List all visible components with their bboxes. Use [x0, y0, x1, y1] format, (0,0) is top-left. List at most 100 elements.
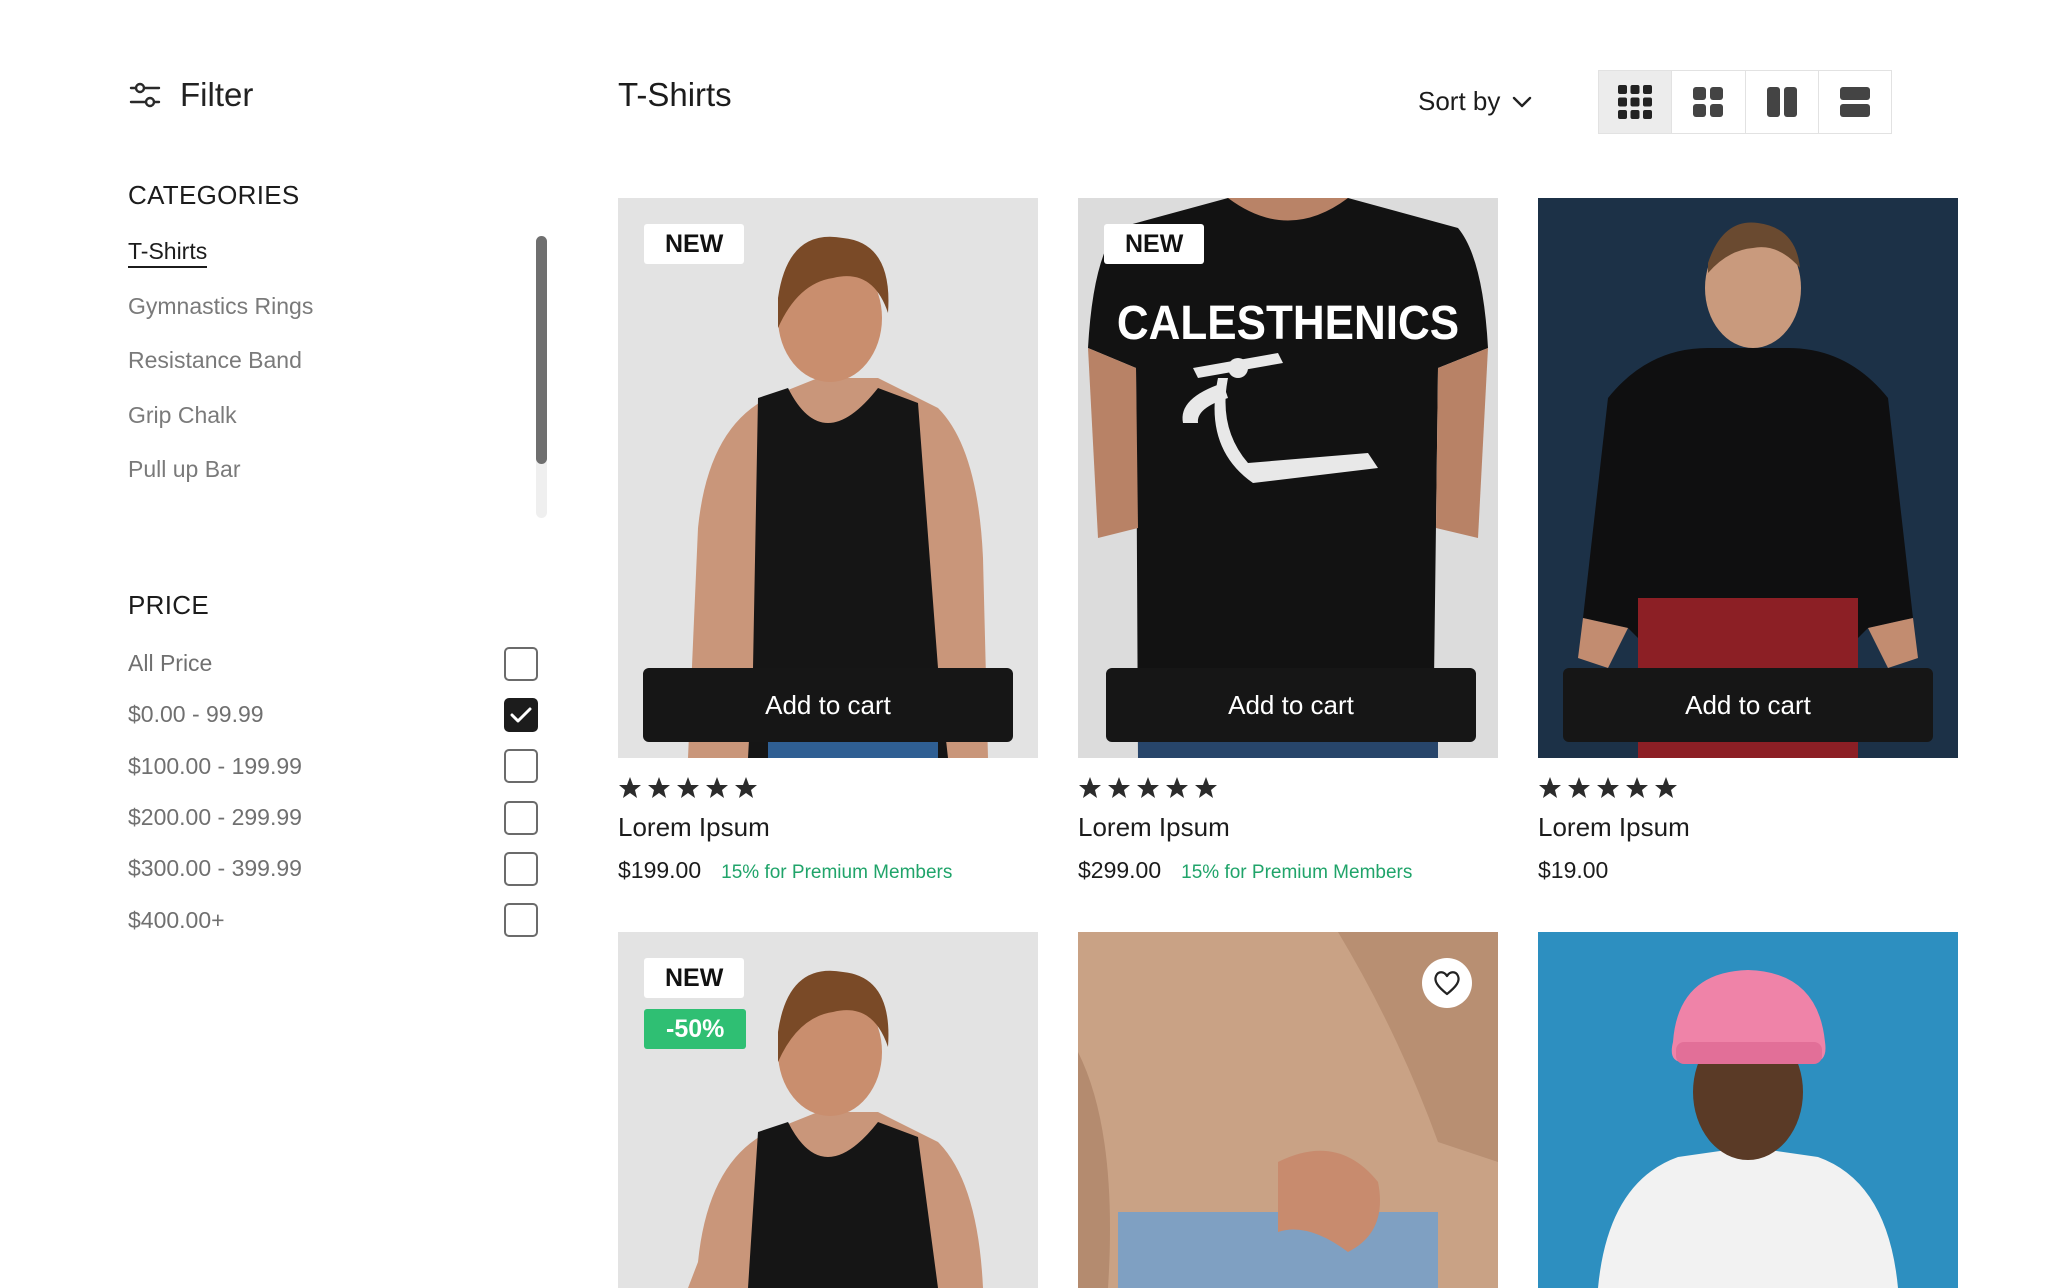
product-name[interactable]: Lorem Ipsum [1538, 812, 1958, 843]
price-checkbox[interactable] [504, 749, 538, 784]
filter-label: Filter [180, 76, 254, 113]
product-image-beige-tee[interactable] [1078, 932, 1498, 1288]
new-badge: NEW [644, 958, 745, 998]
price-option-label: $100.00 - 199.99 [128, 752, 302, 779]
category-item-gymnastics-rings[interactable]: Gymnastics Rings [128, 291, 388, 346]
star-icon [1166, 777, 1188, 798]
product-image-calisthenics-tee[interactable]: CALESTHENICS NEW Add to cart [1078, 198, 1498, 758]
price-checkbox[interactable] [504, 851, 538, 886]
category-scrollbar-thumb[interactable] [536, 236, 547, 464]
shirt-print-text: CALESTHENICS [1117, 295, 1459, 349]
category-label: Grip Chalk [128, 401, 237, 428]
columns-2-icon [1766, 87, 1797, 117]
page-title: T-Shirts [618, 76, 732, 113]
price-option-all[interactable]: All Price [128, 638, 538, 689]
price-filter-list: All Price $0.00 - 99.99 $100.00 - 199.99… [128, 638, 538, 946]
view-grid-4-button[interactable] [1599, 71, 1673, 133]
category-item-resistance-band[interactable]: Resistance Band [128, 345, 388, 400]
product-price: $199.00 [618, 857, 702, 883]
star-icon [735, 777, 757, 798]
category-item-grip-chalk[interactable]: Grip Chalk [128, 400, 388, 455]
product-price: $19.00 [1538, 857, 1609, 883]
star-icon [1539, 777, 1561, 798]
member-promo: 15% for Premium Members [721, 862, 953, 883]
price-option-label: $300.00 - 399.99 [128, 855, 302, 882]
product-card[interactable]: NEW Add to cart Lorem Ipsum $199.00 15% … [618, 198, 1038, 884]
view-grid-2x2-button[interactable] [1672, 71, 1746, 133]
star-icon [1655, 777, 1677, 798]
price-row: $199.00 15% for Premium Members [618, 857, 1038, 884]
product-name[interactable]: Lorem Ipsum [618, 812, 1038, 843]
star-icon [1195, 777, 1217, 798]
category-label: Pull up Bar [128, 456, 241, 482]
product-card[interactable]: Add to cart Lorem Ipsum $19.00 [1538, 198, 1958, 884]
product-card[interactable]: NEW -50% [618, 932, 1038, 1288]
product-photo-illustration [1538, 932, 1958, 1288]
checkmark-icon [510, 707, 532, 723]
category-list: T-Shirts Gymnastics Rings Resistance Ban… [128, 236, 388, 509]
rows-2-icon [1839, 87, 1870, 117]
price-title: PRICE [128, 590, 209, 620]
price-row: $299.00 15% for Premium Members [1078, 857, 1498, 884]
price-option-label: All Price [128, 650, 213, 677]
product-name[interactable]: Lorem Ipsum [1078, 812, 1498, 843]
add-to-cart-button[interactable]: Add to cart [1563, 668, 1933, 742]
star-icon [1568, 777, 1590, 798]
categories-title: CATEGORIES [128, 180, 300, 210]
product-image-tank-top[interactable]: NEW Add to cart [618, 198, 1038, 758]
new-badge: NEW [644, 224, 745, 264]
product-card[interactable]: CALESTHENICS NEW Add to cart Lorem Ipsum… [1078, 198, 1498, 884]
price-option-label: $0.00 - 99.99 [128, 701, 264, 728]
star-icon [677, 777, 699, 798]
category-label: Gymnastics Rings [128, 292, 314, 319]
price-checkbox[interactable] [504, 903, 538, 938]
filter-sliders-icon [129, 82, 161, 108]
star-icon [1137, 777, 1159, 798]
star-icon [706, 777, 728, 798]
price-checkbox[interactable] [504, 646, 538, 681]
star-icon [619, 777, 641, 798]
category-label: T-Shirts [128, 238, 208, 268]
price-option-200-299[interactable]: $200.00 - 299.99 [128, 792, 538, 843]
star-icon [1079, 777, 1101, 798]
discount-badge: -50% [644, 1009, 747, 1049]
product-card[interactable] [1078, 932, 1498, 1288]
price-option-300-399[interactable]: $300.00 - 399.99 [128, 843, 538, 894]
category-label: Resistance Band [128, 347, 302, 373]
sort-dropdown[interactable]: Sort by [1418, 86, 1532, 117]
add-to-cart-button[interactable]: Add to cart [643, 668, 1013, 742]
star-icon [1108, 777, 1130, 798]
sort-label: Sort by [1418, 86, 1501, 116]
star-icon [1626, 777, 1648, 798]
add-to-cart-button[interactable]: Add to cart [1106, 668, 1476, 742]
category-item-t-shirts[interactable]: T-Shirts [128, 236, 388, 291]
view-columns-2-button[interactable] [1746, 71, 1819, 133]
product-card[interactable] [1538, 932, 1958, 1288]
price-option-0-99[interactable]: $0.00 - 99.99 [128, 689, 538, 740]
price-option-400-plus[interactable]: $400.00+ [128, 894, 538, 945]
category-item-pull-up-bar[interactable]: Pull up Bar [128, 454, 388, 509]
view-mode-switcher [1598, 70, 1892, 134]
chevron-down-icon [1513, 96, 1532, 107]
product-image-white-tee[interactable] [1538, 932, 1958, 1288]
price-row: $19.00 [1538, 857, 1958, 884]
price-checkbox-checked[interactable] [504, 697, 538, 732]
rating-stars [618, 776, 1038, 800]
price-option-label: $200.00 - 299.99 [128, 804, 302, 831]
wishlist-button[interactable] [1422, 958, 1472, 1008]
new-badge: NEW [1104, 224, 1205, 264]
product-image-black-tee[interactable]: Add to cart [1538, 198, 1958, 758]
heart-icon [1434, 971, 1460, 996]
price-option-100-199[interactable]: $100.00 - 199.99 [128, 741, 538, 792]
product-price: $299.00 [1078, 857, 1162, 883]
star-icon [648, 777, 670, 798]
grid-2x2-icon [1693, 87, 1724, 117]
rating-stars [1538, 776, 1958, 800]
product-image-tank-top-sale[interactable]: NEW -50% [618, 932, 1038, 1288]
view-rows-2-button[interactable] [1819, 71, 1891, 133]
star-icon [1597, 777, 1619, 798]
filter-header[interactable]: Filter [128, 76, 253, 114]
price-option-label: $400.00+ [128, 906, 225, 933]
member-promo: 15% for Premium Members [1181, 862, 1413, 883]
price-checkbox[interactable] [504, 800, 538, 835]
